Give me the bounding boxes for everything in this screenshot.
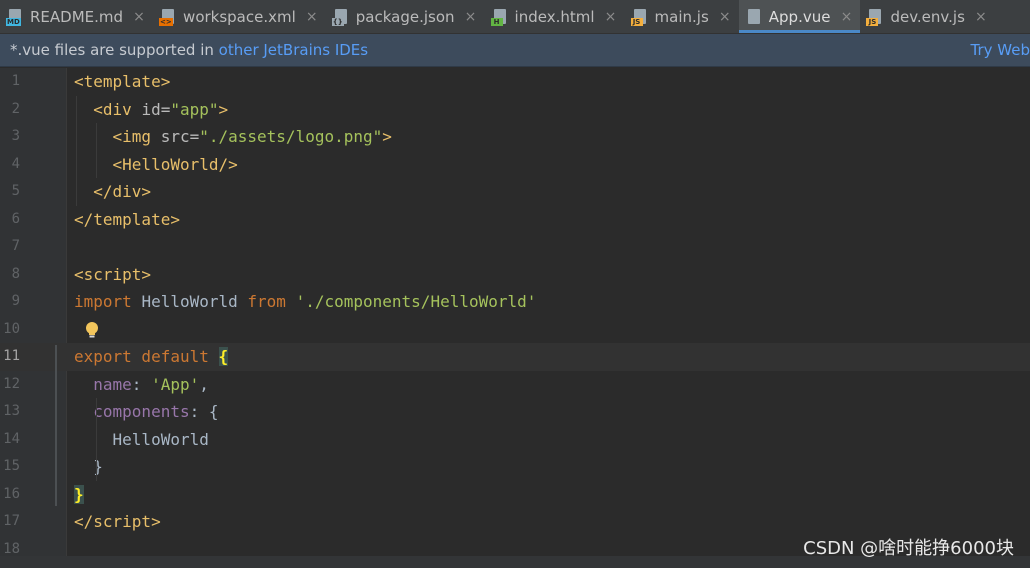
- tab-label: main.js: [654, 7, 709, 26]
- code-line[interactable]: 16}: [0, 481, 1030, 509]
- line-number: 8: [11, 265, 20, 282]
- code-text: </div>: [93, 182, 152, 201]
- line-number: 7: [11, 238, 20, 254]
- tab-label: workspace.xml: [183, 7, 296, 26]
- file-type-icon: H: [490, 8, 509, 26]
- watermark: CSDN @啥时能挣6000块: [803, 538, 1014, 559]
- code-text: </template>: [74, 209, 180, 229]
- line-number: 9: [11, 293, 20, 309]
- code-text: name: 'App',: [93, 374, 209, 394]
- tab-index-html[interactable]: Hindex.html ×: [485, 0, 625, 33]
- code-line[interactable]: 1 <template>: [0, 68, 1030, 96]
- line-number: 16: [3, 485, 20, 502]
- tab-label: dev.env.js: [890, 7, 965, 26]
- close-tab-icon[interactable]: ×: [719, 9, 731, 25]
- indent-guide: [96, 398, 97, 481]
- code-line[interactable]: 15 }: [0, 453, 1030, 481]
- code-line[interactable]: 11 export default {: [0, 343, 1030, 371]
- code-line[interactable]: 8 <script>: [0, 261, 1030, 289]
- code-text: <script>: [74, 264, 152, 284]
- file-type-icon: JS: [866, 8, 884, 26]
- close-tab-icon[interactable]: ×: [133, 9, 145, 25]
- code-text: import HelloWorld from './components/Hel…: [74, 292, 537, 311]
- close-tab-icon[interactable]: ×: [605, 9, 617, 25]
- line-number: 17: [3, 513, 20, 529]
- line-number: 4: [11, 155, 20, 172]
- indent-guide: [96, 123, 97, 178]
- code-line[interactable]: 6 </template>: [0, 206, 1030, 234]
- line-number: 10: [3, 320, 20, 337]
- code-line[interactable]: 14 HelloWorld: [0, 426, 1030, 454]
- code-line[interactable]: 5 </div>: [0, 178, 1030, 206]
- code-line[interactable]: 4 <HelloWorld/>: [0, 151, 1030, 179]
- code-editor[interactable]: 1 <template> 2 <div id="app"> 3 <img src=".…: [0, 68, 1030, 568]
- code-text: }: [74, 457, 103, 476]
- banner-try-web-link[interactable]: Try Web: [971, 34, 1030, 67]
- close-tab-icon[interactable]: ×: [465, 9, 477, 25]
- notification-banner: *.vue files are supported in other JetBr…: [0, 34, 1030, 67]
- tab-workspace-xml[interactable]: <> workspace.xml ×: [153, 0, 326, 33]
- fold-scope-bar: [55, 345, 57, 506]
- tab-app-vue[interactable]: App.vue ×: [738, 0, 861, 33]
- file-type-icon: JS: [630, 8, 649, 26]
- code-line[interactable]: 13 components: {: [0, 398, 1030, 426]
- line-number: 5: [11, 183, 20, 199]
- line-number: 13: [3, 403, 20, 419]
- indent-guide: [76, 95, 77, 206]
- line-number: 3: [11, 128, 20, 144]
- code-line[interactable]: 7: [0, 233, 1030, 261]
- code-line[interactable]: 12 name: 'App',: [0, 371, 1030, 399]
- tab-readme-md[interactable]: MD README.md ×: [0, 0, 153, 33]
- file-type-icon: <>: [159, 8, 177, 26]
- code-text: HelloWorld: [74, 429, 209, 449]
- code-text: <HelloWorld/>: [112, 154, 238, 174]
- line-number: 11: [3, 348, 20, 364]
- code-text: </script>: [74, 512, 161, 531]
- tab-dev-env-js[interactable]: JS dev.env.js ×: [860, 0, 994, 33]
- lightbulb-icon[interactable]: [84, 321, 100, 339]
- tab-label: README.md: [30, 7, 124, 26]
- code-line[interactable]: 2 <div id="app">: [0, 96, 1030, 124]
- file-type-icon: {}: [331, 8, 350, 26]
- code-text: }: [74, 484, 84, 504]
- code-line[interactable]: 10: [0, 316, 1030, 344]
- code-text: <div id="app">: [93, 99, 229, 119]
- tab-label: index.html: [514, 7, 595, 26]
- file-type-icon: MD: [6, 8, 24, 26]
- code-text: <template>: [74, 72, 171, 91]
- banner-jetbrains-ides-link[interactable]: other JetBrains IDEs: [219, 41, 368, 59]
- editor-tab-bar: MD README.md × <> workspace.xml × {} package.js…: [0, 0, 1030, 34]
- file-type-icon: [745, 8, 763, 26]
- close-tab-icon[interactable]: ×: [306, 9, 318, 25]
- close-tab-icon[interactable]: ×: [975, 9, 987, 25]
- code-line[interactable]: 3 <img src="./assets/logo.png">: [0, 123, 1030, 151]
- tab-package-json[interactable]: {} package.json ×: [326, 0, 485, 33]
- code-text: <img src="./assets/logo.png">: [112, 127, 392, 146]
- tab-label: App.vue: [768, 7, 831, 26]
- banner-text: *.vue files are supported in: [10, 41, 219, 59]
- code-line[interactable]: 9 import HelloWorld from './components/He…: [0, 288, 1030, 316]
- line-number: 2: [11, 100, 20, 117]
- line-number: 14: [3, 430, 20, 447]
- line-number: 12: [3, 375, 20, 392]
- close-tab-icon[interactable]: ×: [840, 9, 853, 25]
- code-line[interactable]: 17 </script>: [0, 508, 1030, 536]
- line-number: 1: [11, 73, 20, 89]
- tab-main-js[interactable]: JS main.js ×: [625, 0, 739, 33]
- line-number: 6: [11, 210, 20, 227]
- code-text: export default {: [74, 347, 229, 366]
- line-number: 18: [3, 540, 20, 557]
- line-number: 15: [3, 458, 20, 474]
- tab-label: package.json: [355, 7, 455, 26]
